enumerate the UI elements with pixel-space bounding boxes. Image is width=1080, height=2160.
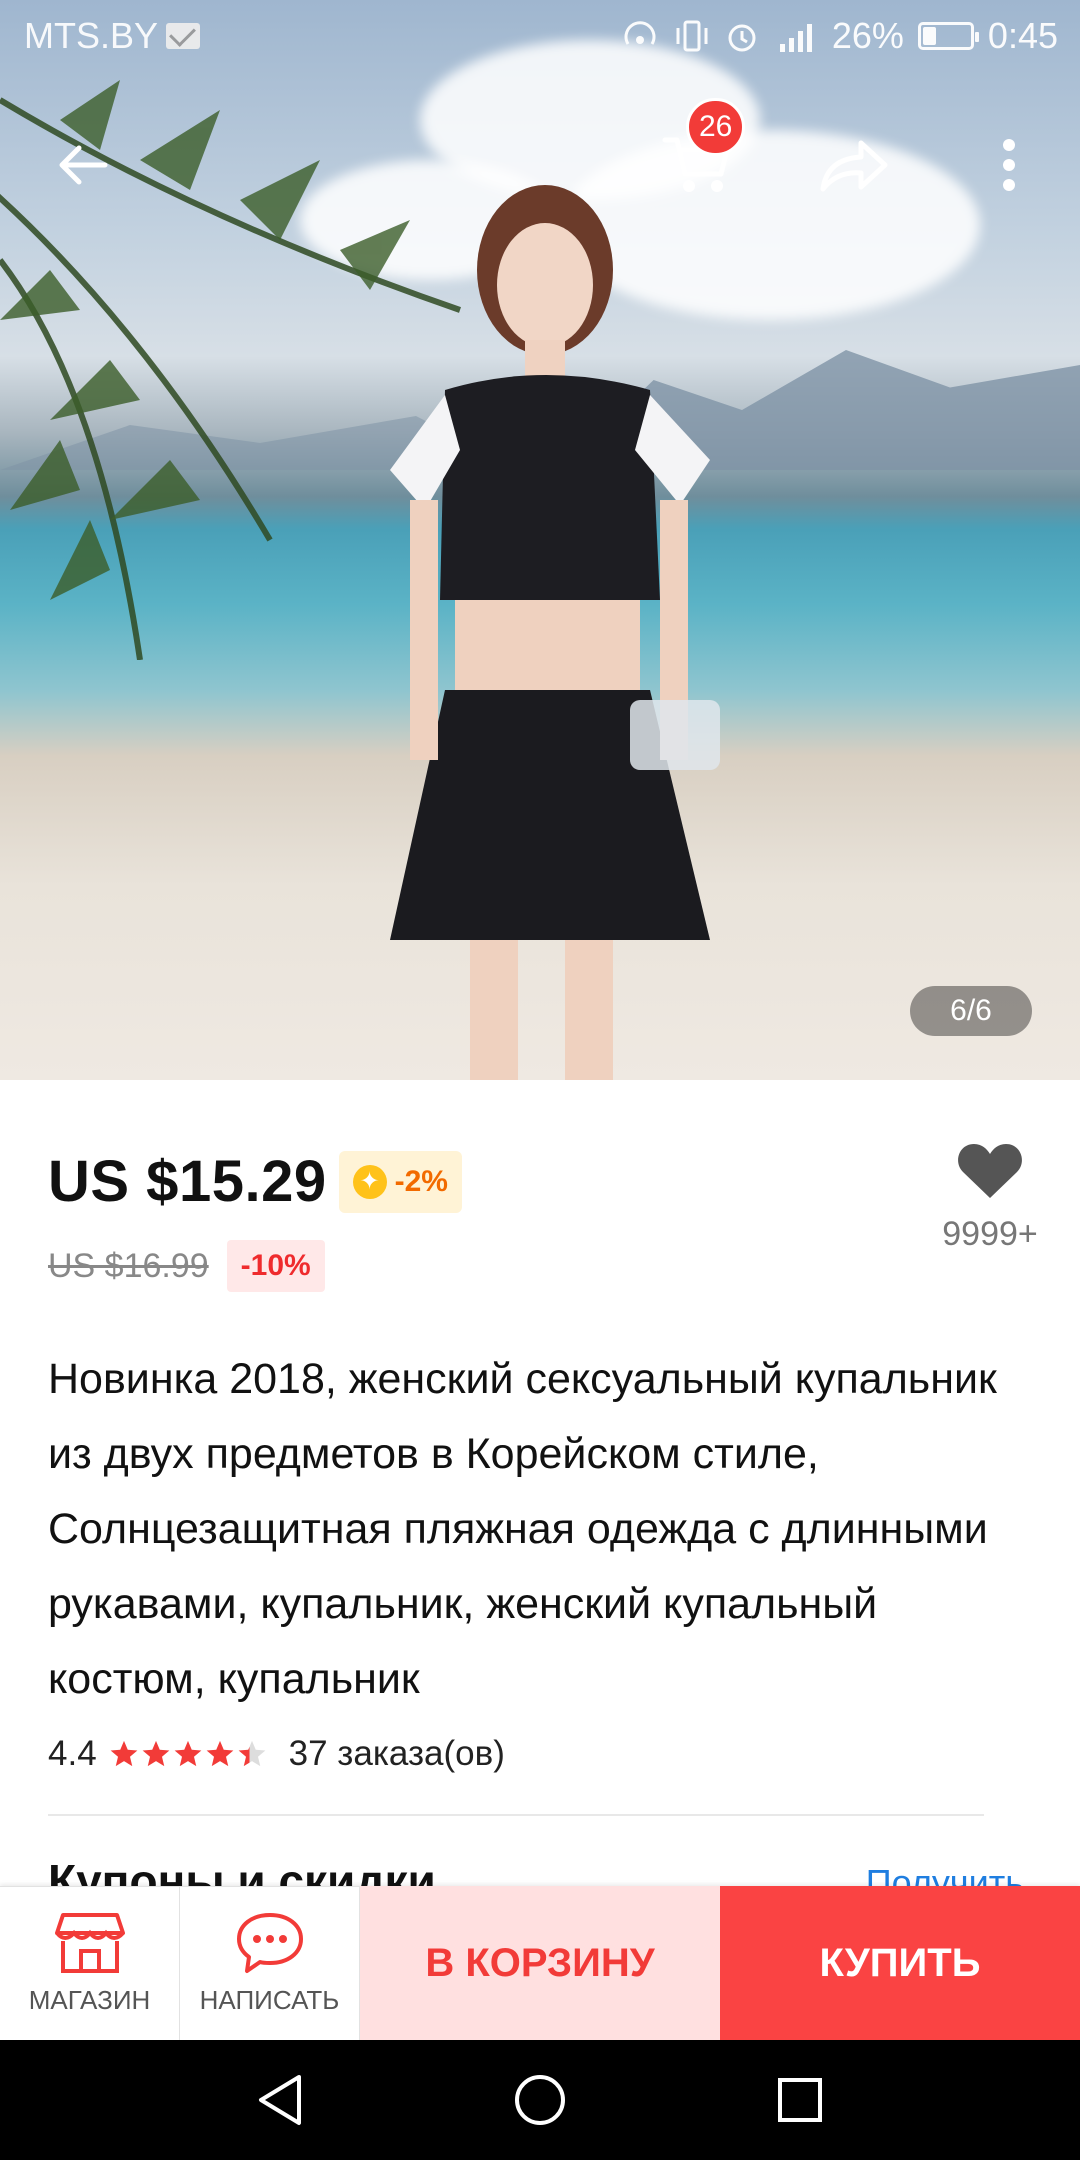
more-options-button[interactable] bbox=[964, 120, 1054, 210]
share-icon bbox=[820, 140, 888, 192]
image-counter: 6/6 bbox=[910, 986, 1032, 1036]
triangle-back-icon bbox=[259, 2075, 301, 2125]
coin-icon: ✦ bbox=[352, 1164, 387, 1199]
add-to-cart-button[interactable]: В КОРЗИНУ bbox=[360, 1886, 720, 2040]
star-icon bbox=[238, 1740, 266, 1767]
battery-percent: 26% bbox=[831, 15, 904, 56]
product-title: Новинка 2018, женский сексуальный купаль… bbox=[48, 1355, 997, 1703]
back-button[interactable] bbox=[38, 120, 128, 210]
battery-icon bbox=[917, 22, 979, 50]
star-icon bbox=[142, 1740, 170, 1767]
message-button[interactable]: НАПИСАТЬ bbox=[180, 1886, 360, 2040]
store-button[interactable]: МАГАЗИН bbox=[0, 1886, 180, 2040]
wishlist-count: 9999+ bbox=[942, 1215, 1038, 1253]
wishlist-button[interactable]: 9999+ bbox=[920, 1142, 1060, 1254]
square-recents-icon bbox=[778, 2078, 822, 2122]
clock: 0:45 bbox=[987, 15, 1058, 56]
hotspot-icon bbox=[624, 21, 656, 45]
store-icon bbox=[54, 1913, 125, 1973]
system-home-button[interactable] bbox=[495, 2055, 585, 2145]
status-bar: MTS.BY 26% 0:45 bbox=[0, 0, 1080, 72]
orders-count: 37 заказа(ов) bbox=[288, 1734, 505, 1773]
coin-discount-badge[interactable]: ✦ -2% bbox=[338, 1150, 462, 1213]
signal-icon bbox=[779, 24, 812, 52]
vibrate-icon bbox=[676, 20, 708, 52]
section-divider bbox=[48, 1814, 984, 1816]
original-price-row: US $16.99 -10% bbox=[48, 1240, 325, 1292]
model-figure bbox=[390, 185, 720, 1080]
rating-row[interactable]: 4.4 37 заказа(ов) bbox=[48, 1734, 505, 1774]
message-label: НАПИСАТЬ bbox=[199, 1985, 340, 2015]
star-icon bbox=[174, 1740, 202, 1767]
heart-icon bbox=[958, 1144, 1022, 1198]
alarm-icon bbox=[728, 24, 756, 52]
coin-discount-value: -2% bbox=[394, 1164, 448, 1198]
share-button[interactable] bbox=[808, 120, 898, 210]
current-price: US $15.29 bbox=[48, 1149, 327, 1214]
chat-icon bbox=[236, 1913, 303, 1973]
discount-badge: -10% bbox=[226, 1240, 325, 1292]
price-row: US $15.29 ✦ -2% bbox=[48, 1148, 462, 1215]
back-arrow-icon bbox=[59, 145, 108, 185]
rating-stars bbox=[109, 1739, 267, 1769]
system-navigation-bar bbox=[0, 2040, 1080, 2160]
star-icon bbox=[206, 1740, 234, 1767]
system-back-button[interactable] bbox=[235, 2055, 325, 2145]
product-top-nav bbox=[0, 100, 1080, 210]
store-label: МАГАЗИН bbox=[28, 1985, 151, 2015]
system-recents-button[interactable] bbox=[755, 2055, 845, 2145]
original-price: US $16.99 bbox=[48, 1246, 209, 1285]
mail-notification-icon bbox=[166, 23, 201, 49]
rating-value: 4.4 bbox=[48, 1734, 97, 1773]
circle-home-icon bbox=[515, 2075, 565, 2125]
more-vertical-icon bbox=[1003, 139, 1015, 191]
cart-count-badge: 26 bbox=[686, 98, 746, 156]
star-icon bbox=[110, 1740, 138, 1767]
buy-now-button[interactable]: КУПИТЬ bbox=[720, 1886, 1080, 2040]
bottom-action-bar: МАГАЗИН НАПИСАТЬ В КОРЗИНУ КУПИТЬ bbox=[0, 1886, 1080, 2040]
carrier-label: MTS.BY bbox=[24, 15, 159, 56]
